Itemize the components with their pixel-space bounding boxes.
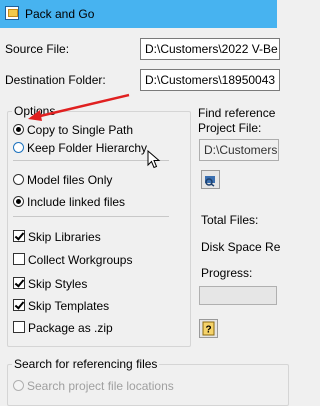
mouse-cursor-icon [147,150,161,169]
annotation-arrow [28,93,130,121]
